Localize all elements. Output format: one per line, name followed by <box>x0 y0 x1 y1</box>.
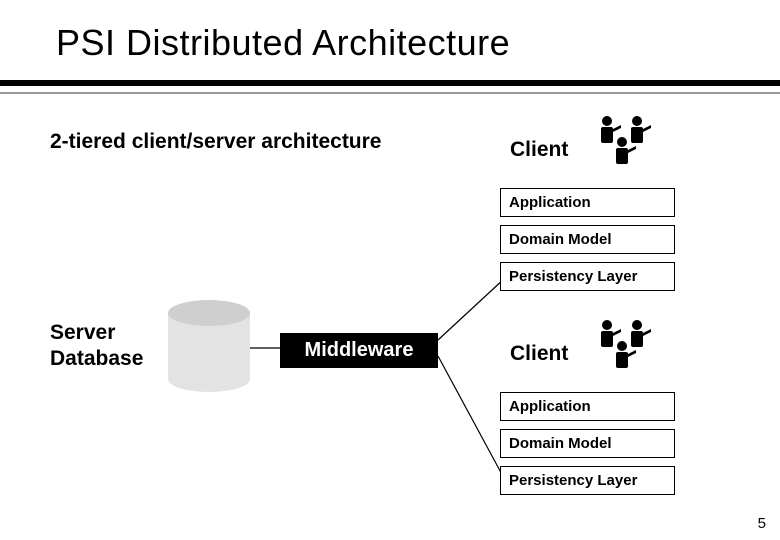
users-icon <box>593 316 683 374</box>
client-2-application-layer: Application <box>500 392 675 421</box>
page-number: 5 <box>758 515 766 532</box>
client-1-domain-model-layer: Domain Model <box>500 225 675 254</box>
slide: PSI Distributed Architecture 2-tiered cl… <box>0 0 780 540</box>
middleware-box: Middleware <box>280 333 438 368</box>
client-1-application-layer: Application <box>500 188 675 217</box>
client-2-label: Client <box>510 342 568 366</box>
title-rule-thin <box>0 92 780 94</box>
subtitle: 2-tiered client/server architecture <box>50 130 382 154</box>
client-2-persistency-layer: Persistency Layer <box>500 466 675 495</box>
client-1-persistency-layer: Persistency Layer <box>500 262 675 291</box>
slide-title: PSI Distributed Architecture <box>56 22 510 64</box>
users-icon <box>593 112 683 170</box>
server-database-text: Server Database <box>50 321 143 370</box>
server-database-label: Server Database <box>50 320 143 373</box>
client-1-label: Client <box>510 138 568 162</box>
client-2-domain-model-layer: Domain Model <box>500 429 675 458</box>
title-rule-thick <box>0 80 780 86</box>
database-cylinder-icon <box>168 300 250 392</box>
